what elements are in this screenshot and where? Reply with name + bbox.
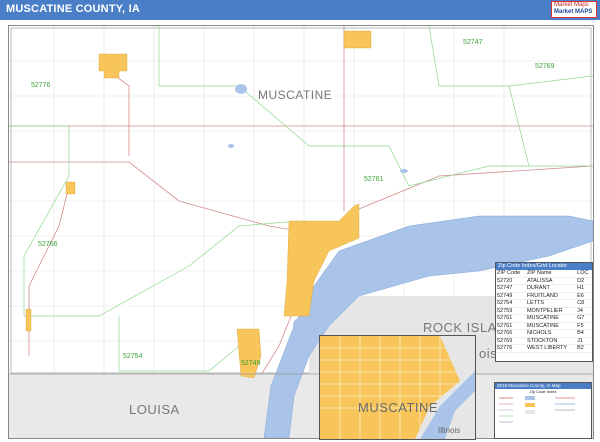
zip-code-cell: 52761 [496, 322, 526, 330]
zip-locator-table: Zip Code Index/Grid Locator ZIP Code ZIP… [495, 262, 593, 362]
map-title: MUSCATINE COUNTY, IA [6, 3, 140, 15]
table-row: 52761 MUSCATINE G7 [496, 314, 592, 323]
header-bar: MUSCATINE COUNTY, IA Market Maps Market … [0, 0, 600, 20]
table-row: 52761 MUSCATINE F5 [496, 322, 592, 330]
zip-name-cell: DURANT [525, 284, 577, 293]
zip-label: 52769 [535, 63, 555, 70]
loc-cell: B4 [576, 329, 592, 338]
table-row: 52720 ATALISSA D2 [496, 277, 592, 285]
zip-code-cell: 52749 [496, 292, 526, 300]
zip-label: 52776 [31, 82, 51, 89]
inset-state-label: Illinois [438, 426, 461, 435]
table-row: 52769 STOCKTON J1 [496, 337, 592, 345]
table-row: 52776 WEST LIBERTY B2 [496, 344, 592, 353]
locator-title: Zip Code Index/Grid Locator [496, 263, 592, 270]
zip-name-cell: NICHOLS [525, 329, 577, 338]
zip-name-cell: WEST LIBERTY [525, 344, 577, 353]
inset-map-muscatine[interactable]: MUSCATINE Illinois [319, 335, 476, 440]
county-label-louisa: LOUISA [129, 402, 180, 417]
table-row: 52747 DURANT H1 [496, 284, 592, 293]
locator-header-row: ZIP Code ZIP Name LOC [496, 270, 592, 278]
locator-header: LOC [576, 270, 592, 278]
zip-name-cell: MUSCATINE [525, 322, 577, 330]
loc-cell: B2 [576, 344, 592, 353]
table-row: 52754 LETTS C8 [496, 299, 592, 308]
loc-cell: J4 [576, 307, 592, 315]
zip-label: 52747 [463, 39, 483, 46]
zip-name-cell: MUSCATINE [525, 314, 577, 323]
loc-cell: D2 [576, 277, 592, 285]
locator-grid: ZIP Code ZIP Name LOC 52720 ATALISSA D2 52… [496, 270, 592, 353]
zip-name-cell: STOCKTON [525, 337, 577, 345]
inset-county-label: MUSCATINE [358, 400, 439, 415]
brand-logo-line1: Market Maps [554, 2, 589, 8]
brand-logo: Market Maps Market MAPS [551, 1, 597, 18]
map-area[interactable]: MUSCATINE LOUISA ROCK ISLAND ois 52747 5… [8, 25, 594, 439]
zip-name-cell: MONTPELIER [525, 307, 577, 315]
zip-code-cell: 52747 [496, 284, 526, 293]
zip-code-cell: 52759 [496, 307, 526, 315]
table-row: 52759 MONTPELIER J4 [496, 307, 592, 315]
county-label-muscatine: MUSCATINE [258, 88, 333, 102]
zip-code-cell: 52720 [496, 277, 526, 285]
table-row: 52766 NICHOLS B4 [496, 329, 592, 338]
loc-cell: F5 [576, 322, 592, 330]
zip-code-cell: 52761 [496, 314, 526, 323]
zip-label: 52754 [123, 353, 143, 360]
zip-code-cell: 52769 [496, 337, 526, 345]
zip-label: 52766 [38, 241, 58, 248]
loc-cell: G7 [576, 314, 592, 323]
zip-code-cell: 52776 [496, 344, 526, 353]
locator-header: ZIP Name [525, 270, 577, 278]
zip-code-cell: 52766 [496, 329, 526, 338]
loc-cell: J1 [576, 337, 592, 345]
locator-header: ZIP Code [496, 270, 526, 278]
zip-label: 52761 [364, 176, 384, 183]
brand-logo-line2: Market MAPS [554, 9, 593, 15]
zip-code-cell: 52754 [496, 299, 526, 308]
zip-label: 52749 [241, 360, 261, 367]
loc-cell: H1 [576, 284, 592, 293]
map-legend: 2018 Muscatine County, IA Map Zip Code I… [494, 382, 592, 439]
zip-name-cell: LETTS [525, 299, 577, 308]
zip-name-cell: ATALISSA [525, 277, 577, 285]
loc-cell: E6 [576, 292, 592, 300]
table-row: 52749 FRUITLAND E6 [496, 292, 592, 300]
zip-name-cell: FRUITLAND [525, 292, 577, 300]
legend-symbols [499, 396, 575, 423]
inset-map-canvas [320, 336, 475, 439]
loc-cell: C8 [576, 299, 592, 308]
